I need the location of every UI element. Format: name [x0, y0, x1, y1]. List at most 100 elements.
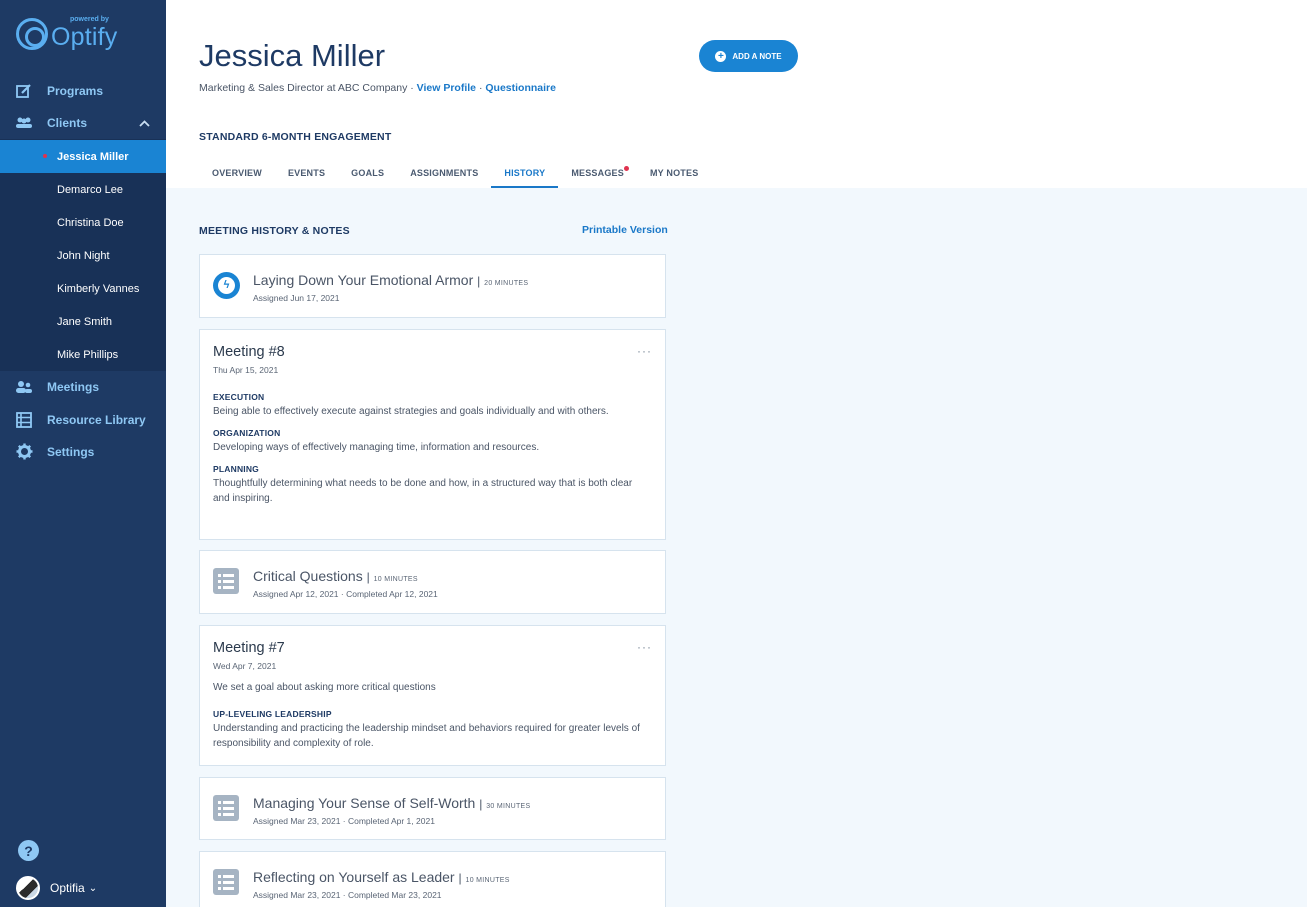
history-panel: MEETING HISTORY & NOTES Printable Versio… — [166, 188, 1307, 907]
topic-description: Developing ways of effectively managing … — [213, 442, 540, 453]
topic-description: Thoughtfully determining what needs to b… — [213, 478, 633, 504]
tab-label: EVENTS — [287, 168, 326, 178]
engagement-title: STANDARD 6-MONTH ENGAGEMENT — [199, 131, 392, 143]
assignment-title: Critical Questions | 10 MINUTES — [253, 568, 418, 584]
assignment-card[interactable]: Critical Questions | 10 MINUTES Assigned… — [199, 550, 666, 614]
assignment-card[interactable]: Reflecting on Yourself as Leader | 10 MI… — [199, 851, 666, 907]
assignment-title-text: Critical Questions — [253, 568, 363, 584]
tab-assignments[interactable]: ASSIGNMENTS — [397, 162, 491, 188]
more-options-icon[interactable]: ··· — [637, 640, 652, 654]
chevron-down-icon: ⌄ — [88, 882, 98, 894]
meeting-title: Meeting #7 — [213, 640, 285, 656]
logo-powered-by: powered by — [70, 16, 109, 23]
user-name: Optifia — [50, 881, 85, 895]
client-item[interactable]: Christina Doe — [0, 206, 166, 239]
help-icon[interactable]: ? — [18, 840, 39, 861]
optify-logo[interactable]: powered by Optify — [16, 14, 146, 54]
tab-messages[interactable]: MESSAGES — [558, 162, 637, 188]
meeting-date: Wed Apr 7, 2021 — [213, 661, 277, 671]
nav-settings-label: Settings — [47, 444, 95, 459]
meeting-title: Meeting #8 — [213, 344, 285, 360]
client-name: Jessica Miller — [57, 150, 129, 163]
logo-ring-icon — [16, 18, 48, 50]
list-icon — [213, 795, 240, 822]
nav-meetings[interactable]: Meetings — [0, 370, 166, 403]
assignment-card[interactable]: ϟ Laying Down Your Emotional Armor | 20 … — [199, 254, 666, 318]
user-menu[interactable]: Optifia ⌄ — [16, 876, 97, 900]
meeting-card[interactable]: Meeting #7 Wed Apr 7, 2021 ··· We set a … — [199, 625, 666, 766]
nav-resource-library[interactable]: Resource Library — [0, 403, 166, 436]
nav-resource-library-label: Resource Library — [47, 412, 146, 427]
library-icon — [15, 411, 33, 429]
topic: PLANNING Thoughtfully determining what n… — [213, 464, 643, 506]
client-item[interactable]: John Night — [0, 239, 166, 272]
client-name: Kimberly Vannes — [57, 282, 140, 295]
assignment-title: Laying Down Your Emotional Armor | 20 MI… — [253, 272, 529, 288]
sidebar: powered by Optify Programs Clients Jessi… — [0, 0, 166, 907]
assignment-title-text: Managing Your Sense of Self-Worth — [253, 795, 476, 811]
assignment-card[interactable]: Managing Your Sense of Self-Worth | 30 M… — [199, 777, 666, 840]
edit-icon — [15, 82, 33, 100]
client-tabs: OVERVIEW EVENTS GOALS ASSIGNMENTS HISTOR… — [199, 162, 711, 188]
tab-goals[interactable]: GOALS — [338, 162, 397, 188]
tab-events[interactable]: EVENTS — [275, 162, 338, 188]
logo-text: Optify — [51, 23, 118, 51]
client-item[interactable]: Kimberly Vannes — [0, 272, 166, 305]
topic-description: Understanding and practicing the leaders… — [213, 723, 640, 749]
client-item[interactable]: Mike Phillips — [0, 338, 166, 371]
questionnaire-link[interactable]: Questionnaire — [485, 82, 556, 94]
nav-clients[interactable]: Clients — [0, 106, 166, 139]
meeting-card[interactable]: Meeting #8 Thu Apr 15, 2021 ··· EXECUTIO… — [199, 329, 666, 540]
tab-label: ASSIGNMENTS — [410, 168, 479, 178]
assignment-dates: Assigned Mar 23, 2021 · Completed Mar 23… — [253, 890, 442, 900]
meeting-date: Thu Apr 15, 2021 — [213, 365, 279, 375]
people-icon — [15, 114, 33, 132]
meta-separator: · — [478, 82, 483, 94]
nav-programs[interactable]: Programs — [0, 74, 166, 107]
topic-name: EXECUTION — [213, 392, 265, 402]
add-note-button[interactable]: + ADD A NOTE — [699, 40, 798, 72]
list-icon — [213, 869, 240, 896]
topic: UP-LEVELING LEADERSHIP Understanding and… — [213, 709, 643, 751]
unread-dot — [43, 154, 47, 158]
clients-submenu: Jessica Miller Demarco Lee Christina Doe… — [0, 139, 166, 371]
avatar — [16, 876, 40, 900]
topic-name: UP-LEVELING LEADERSHIP — [213, 709, 332, 719]
tab-label: MESSAGES — [571, 168, 624, 178]
nav-settings[interactable]: Settings — [0, 435, 166, 468]
unread-badge — [623, 166, 629, 171]
client-meta: Marketing & Sales Director at ABC Compan… — [199, 82, 556, 94]
plus-circle-icon: + — [715, 50, 727, 62]
meeting-note: We set a goal about asking more critical… — [213, 682, 436, 693]
client-item[interactable]: Jane Smith — [0, 305, 166, 338]
more-options-icon[interactable]: ··· — [637, 344, 652, 358]
client-item[interactable]: Jessica Miller — [0, 140, 166, 173]
view-profile-link[interactable]: View Profile — [417, 82, 476, 94]
section-title: MEETING HISTORY & NOTES — [199, 225, 350, 237]
assignment-dates: Assigned Apr 12, 2021 · Completed Apr 12… — [253, 589, 438, 599]
chevron-up-icon[interactable] — [139, 116, 150, 130]
printable-version-link[interactable]: Printable Version — [582, 224, 668, 236]
client-name: Christina Doe — [57, 216, 124, 229]
meeting-icon — [15, 378, 33, 396]
nav-programs-label: Programs — [47, 83, 104, 98]
tab-history[interactable]: HISTORY — [491, 162, 559, 188]
client-name: John Night — [57, 249, 110, 262]
add-note-label: ADD A NOTE — [732, 51, 782, 61]
client-item[interactable]: Demarco Lee — [0, 173, 166, 206]
meeting-topics: We set a goal about asking more critical… — [213, 682, 643, 760]
topic-description: Being able to effectively execute agains… — [213, 406, 609, 417]
tab-my-notes[interactable]: MY NOTES — [637, 162, 711, 188]
lightning-icon: ϟ — [213, 272, 240, 299]
assignment-duration: 20 MINUTES — [484, 280, 529, 287]
assignment-dates: Assigned Jun 17, 2021 — [253, 293, 340, 303]
page-title: Jessica Miller — [199, 38, 386, 73]
tab-overview[interactable]: OVERVIEW — [199, 162, 275, 188]
meeting-topics: EXECUTION Being able to effectively exec… — [213, 392, 643, 515]
client-header: Jessica Miller Marketing & Sales Directo… — [166, 0, 1307, 188]
nav-meetings-label: Meetings — [47, 379, 100, 394]
assignment-duration: 10 MINUTES — [373, 576, 418, 583]
client-role: Marketing & Sales Director at ABC Compan… — [199, 82, 414, 94]
assignment-dates: Assigned Mar 23, 2021 · Completed Apr 1,… — [253, 816, 435, 826]
topic-name: PLANNING — [213, 464, 259, 474]
